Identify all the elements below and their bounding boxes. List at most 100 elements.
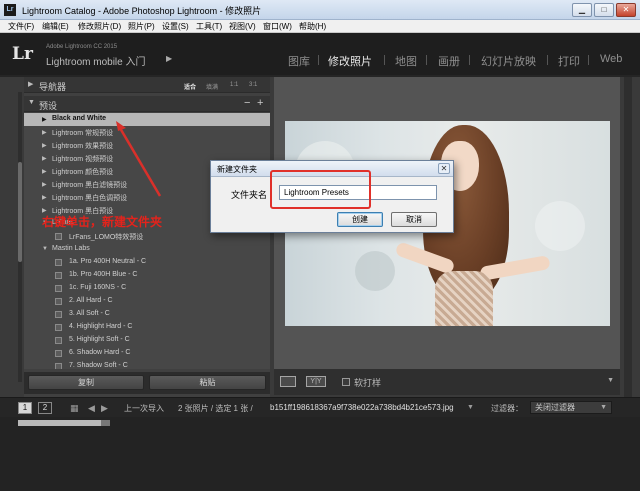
collapse-triangle-icon[interactable]: ▼ [28, 99, 35, 106]
menu-develop[interactable]: 修改照片(D) [78, 21, 121, 32]
expand-triangle-icon[interactable]: ▶ [42, 181, 47, 188]
create-button[interactable]: 创建 [337, 212, 383, 227]
module-divider [588, 55, 589, 65]
grid-view-icon[interactable]: ▦ [70, 403, 79, 414]
menu-photo[interactable]: 照片(P) [128, 21, 155, 32]
module-map[interactable]: 地图 [395, 53, 417, 69]
filter-label: 过滤器： [491, 404, 523, 413]
preset-icon [55, 259, 62, 266]
annotation-text: 右键单击，新建文件夹 [42, 215, 163, 229]
left-panel-footer: 复制 粘贴 [24, 372, 270, 394]
menu-help[interactable]: 帮助(H) [299, 21, 326, 32]
module-print[interactable]: 打印 [558, 53, 580, 69]
preset-name: Lightroom 黑白滤镜预设 [52, 182, 128, 189]
expand-triangle-icon[interactable]: ▶ [28, 80, 33, 88]
menu-window[interactable]: 窗口(W) [263, 21, 292, 32]
window-titlebar: Lr Lightroom Catalog - Adobe Photoshop L… [0, 0, 640, 20]
expand-triangle-icon[interactable]: ▶ [42, 168, 47, 175]
filmstrip-bar: 1 2 ▦ ◀ ▶ 上一次导入 2 张照片 / 选定 1 张 / b151ff1… [0, 397, 640, 417]
before-after-icon[interactable]: Y|Y [306, 376, 326, 387]
menu-bar: 文件(F) 编辑(E) 修改照片(D) 照片(P) 设置(S) 工具(T) 视图… [0, 20, 640, 33]
navigator-label: 导航器 [39, 82, 67, 92]
preset-item[interactable]: 7. Shadow Soft - C [24, 360, 270, 369]
soft-proof-checkbox[interactable] [342, 378, 350, 386]
minimize-icon[interactable]: ▁ [572, 3, 592, 17]
add-preset-icon[interactable]: + [257, 97, 263, 109]
play-arrow-icon[interactable]: ▶ [166, 54, 172, 63]
filmstrip-area[interactable] [0, 417, 640, 491]
filter-select[interactable]: 关闭过滤器 ▼ [530, 401, 612, 414]
preset-item[interactable]: 2. All Hard - C [24, 295, 270, 308]
module-library[interactable]: 图库 [288, 53, 310, 69]
preset-item[interactable]: 3. All Soft - C [24, 308, 270, 321]
preset-item[interactable]: 1b. Pro 400H Blue - C [24, 269, 270, 282]
zoom-fill[interactable]: 填满 [206, 82, 218, 91]
preset-item[interactable]: 1c. Fuji 160NS - C [24, 282, 270, 295]
preset-name: Lightroom 常规预设 [52, 130, 114, 137]
menu-view[interactable]: 视图(V) [229, 21, 256, 32]
secondary-window-2[interactable]: 2 [38, 402, 52, 414]
back-arrow-icon[interactable]: ◀ [88, 403, 95, 414]
scrollbar-thumb[interactable] [18, 162, 22, 262]
paste-button[interactable]: 粘贴 [149, 375, 266, 390]
mobile-getting-started[interactable]: Lightroom mobile 入门 [46, 53, 145, 68]
zoom-3-1[interactable]: 3:1 [249, 82, 257, 88]
module-develop[interactable]: 修改照片 [328, 53, 372, 69]
expand-triangle-icon[interactable]: ▶ [42, 155, 47, 162]
preset-folder[interactable]: ▼ Mastin Labs [24, 243, 270, 256]
preset-item[interactable]: 1a. Pro 400H Neutral - C [24, 256, 270, 269]
menu-edit[interactable]: 编辑(E) [42, 21, 69, 32]
cancel-button[interactable]: 取消 [391, 212, 437, 227]
module-book[interactable]: 画册 [438, 53, 460, 69]
menu-settings[interactable]: 设置(S) [162, 21, 189, 32]
toolbar-dropdown-icon[interactable]: ▼ [607, 377, 614, 384]
module-slideshow[interactable]: 幻灯片放映 [481, 53, 536, 69]
preset-folder[interactable]: ▶ Black and White [24, 113, 270, 126]
expand-triangle-icon[interactable]: ▶ [42, 116, 47, 123]
preset-name: 1b. Pro 400H Blue - C [69, 271, 138, 278]
collapse-triangle-icon[interactable]: ▼ [42, 246, 48, 252]
folder-name-label: 文件夹名 [231, 190, 268, 200]
preset-folder[interactable]: ▶ Lightroom 常规预设 [24, 126, 270, 139]
right-panel-scrollbar[interactable] [624, 77, 632, 397]
filmstrip-scroll-thumb[interactable] [18, 420, 101, 426]
source-dropdown-icon[interactable]: ▼ [467, 404, 474, 411]
preset-icon [55, 285, 62, 292]
expand-triangle-icon[interactable]: ▶ [42, 194, 47, 201]
zoom-1-1[interactable]: 1:1 [230, 82, 238, 88]
filmstrip-scrollbar[interactable] [18, 420, 110, 426]
presets-header[interactable]: ▼ 预设 − + [24, 96, 270, 112]
secondary-window-1[interactable]: 1 [18, 402, 32, 414]
close-icon[interactable]: ✕ [616, 3, 636, 17]
preset-item[interactable]: 4. Highlight Hard - C [24, 321, 270, 334]
preset-name: Mastin Labs [52, 245, 90, 252]
left-panel-scrollbar[interactable] [18, 92, 22, 382]
preset-icon [55, 311, 62, 318]
expand-triangle-icon[interactable]: ▶ [42, 142, 47, 149]
dialog-close-icon[interactable]: ✕ [438, 163, 450, 174]
preset-folder[interactable]: ▶ Lightroom 效果预设 [24, 139, 270, 152]
preset-name: 1c. Fuji 160NS - C [69, 284, 127, 291]
preset-item[interactable]: 6. Shadow Hard - C [24, 347, 270, 360]
lightroom-logo: Lr [12, 44, 33, 64]
preset-item[interactable]: 5. Highlight Soft - C [24, 334, 270, 347]
module-web[interactable]: Web [600, 53, 622, 65]
preset-name: 5. Highlight Soft - C [69, 336, 130, 343]
expand-triangle-icon[interactable]: ▶ [42, 129, 47, 136]
loupe-view-icon[interactable] [280, 376, 296, 387]
remove-preset-icon[interactable]: − [244, 97, 250, 109]
preset-name: LrFans_LOMO特效预设 [69, 234, 144, 241]
filter-value: 关闭过滤器 [535, 403, 575, 412]
forward-arrow-icon[interactable]: ▶ [101, 403, 108, 414]
copy-button[interactable]: 复制 [28, 375, 144, 390]
navigator-header[interactable]: ▶ 导航器 适合 填满 1:1 3:1 [24, 77, 270, 93]
menu-tools[interactable]: 工具(T) [196, 21, 222, 32]
preset-icon [55, 350, 62, 357]
menu-file[interactable]: 文件(F) [8, 21, 34, 32]
maximize-icon[interactable]: □ [594, 3, 614, 17]
filename-label: b151ff198618367a9f738e022a738bd4b21ce573… [270, 403, 454, 412]
preset-name: 2. All Hard - C [69, 297, 113, 304]
source-label[interactable]: 上一次导入 [124, 403, 164, 414]
zoom-fit[interactable]: 适合 [184, 82, 196, 91]
module-divider [547, 55, 548, 65]
